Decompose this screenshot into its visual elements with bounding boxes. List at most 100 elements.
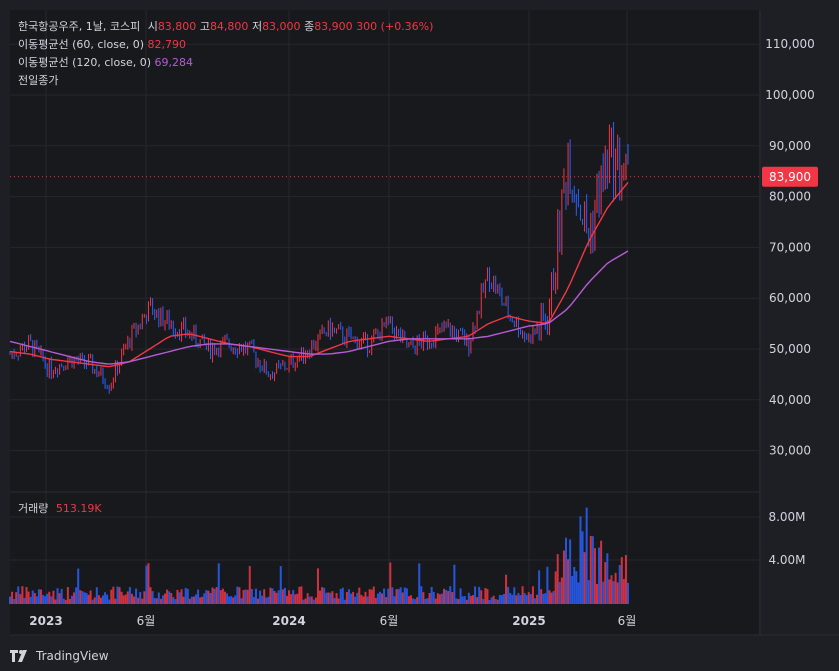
- chart-frame[interactable]: 110,000 100,000 90,000 80,000 70,000 60,000 50…: [0, 0, 839, 671]
- price-tick-label: 60,000: [769, 291, 811, 305]
- volume-bar: [552, 590, 555, 604]
- volume-bar: [610, 575, 613, 604]
- volume-bar: [230, 596, 233, 604]
- volume-bar: [234, 595, 237, 604]
- volume-bar: [89, 590, 92, 604]
- volume-bar: [399, 587, 402, 604]
- volume-bar: [612, 581, 615, 604]
- close-label: 종: [304, 20, 315, 33]
- volume-bar: [387, 588, 390, 604]
- volume-bar: [329, 592, 332, 604]
- volume-bar: [308, 596, 311, 604]
- volume-bar: [558, 582, 561, 604]
- volume-bar: [257, 598, 260, 604]
- volume-bar: [126, 591, 129, 604]
- volume-bar: [238, 587, 241, 604]
- volume-tick-label: 4.00M: [768, 553, 805, 567]
- volume-bar: [513, 587, 516, 604]
- volume-bar: [259, 590, 262, 604]
- ma120-value: 69,284: [154, 56, 194, 69]
- time-tick-label: 2025: [512, 614, 545, 628]
- volume-bar: [35, 596, 38, 604]
- volume-bar: [223, 591, 226, 604]
- volume-bar: [368, 589, 371, 604]
- volume-bar: [122, 595, 125, 604]
- chart-legend: 한국항공우주, 1날, 코스피 시83,800 고84,800 저83,000 …: [18, 18, 433, 90]
- volume-bar: [321, 587, 324, 604]
- volume-bar: [50, 596, 53, 604]
- volume-bar: [298, 586, 301, 604]
- volume-bar: [426, 598, 429, 604]
- time-tick-label: 6월: [380, 614, 399, 628]
- volume-bar: [273, 591, 276, 604]
- volume-bar: [461, 596, 464, 604]
- volume-legend[interactable]: 거래량 513.19K: [18, 500, 102, 516]
- volume-bar: [397, 589, 400, 604]
- volume-bar: [370, 589, 373, 604]
- tradingview-watermark[interactable]: TradingView: [10, 649, 109, 663]
- volume-bar: [141, 598, 144, 604]
- symbol-label[interactable]: 한국항공우주, 1날, 코스피: [18, 20, 140, 33]
- volume-bar: [213, 588, 216, 604]
- volume-bar: [600, 540, 603, 604]
- volume-bar: [602, 581, 605, 604]
- volume-bar: [546, 566, 549, 604]
- volume-bar: [304, 598, 307, 604]
- volume-bar: [422, 592, 425, 604]
- volume-bar: [159, 598, 162, 604]
- volume-bar: [389, 562, 392, 604]
- volume-bar: [376, 593, 379, 604]
- volume-bar: [201, 596, 204, 604]
- ma60-value: 82,790: [147, 38, 187, 51]
- volume-bar: [550, 592, 553, 604]
- volume-bar: [75, 587, 78, 604]
- volume-bar: [529, 594, 532, 604]
- volume-bar: [42, 594, 45, 604]
- volume-bar: [33, 593, 36, 604]
- legend-ma120-row[interactable]: 이동평균선 (120, close, 0) 69,284: [18, 54, 433, 72]
- volume-bar: [544, 593, 547, 604]
- volume-bar: [207, 590, 210, 604]
- volume-bar: [548, 590, 551, 604]
- volume-bar: [567, 559, 570, 604]
- volume-bar: [288, 590, 291, 604]
- volume-bar: [77, 568, 80, 604]
- volume-bar: [418, 563, 421, 604]
- volume-bar: [445, 589, 448, 604]
- volume-bar: [469, 595, 472, 604]
- tradingview-logo-icon: [10, 650, 27, 662]
- volume-bar: [319, 590, 322, 604]
- legend-ma60-row[interactable]: 이동평균선 (60, close, 0) 82,790: [18, 36, 433, 54]
- volume-bar: [120, 591, 123, 604]
- volume-bar: [79, 590, 82, 604]
- volume-bar: [68, 598, 71, 604]
- volume-bar: [542, 593, 545, 604]
- volume-bar: [155, 598, 158, 604]
- volume-bar: [345, 591, 348, 604]
- price-chart[interactable]: 110,000 100,000 90,000 80,000 70,000 60,000 50…: [0, 0, 839, 671]
- volume-bar: [215, 587, 218, 604]
- volume-tick-label: 8.00M: [768, 510, 805, 524]
- volume-bar: [608, 579, 611, 604]
- volume-bar: [71, 595, 74, 604]
- volume-bar: [145, 565, 148, 604]
- legend-prev-close-row[interactable]: 전일종가: [18, 72, 433, 90]
- volume-bar: [490, 597, 493, 604]
- volume-bar: [465, 599, 468, 604]
- volume-bar: [467, 592, 470, 604]
- volume-bar: [232, 597, 235, 604]
- volume-bar: [436, 593, 439, 604]
- volume-bar: [102, 595, 105, 604]
- volume-bar: [583, 552, 586, 604]
- volume-bar: [58, 593, 61, 604]
- volume-bar: [112, 586, 115, 604]
- volume-bar: [15, 592, 18, 604]
- volume-bar: [614, 572, 617, 604]
- volume-bar: [536, 594, 539, 604]
- volume-bar: [350, 593, 353, 604]
- volume-bar: [523, 593, 526, 604]
- volume-bar: [333, 598, 336, 604]
- volume-bar: [170, 593, 173, 604]
- volume-bar: [624, 555, 627, 604]
- volume-bar: [31, 590, 34, 604]
